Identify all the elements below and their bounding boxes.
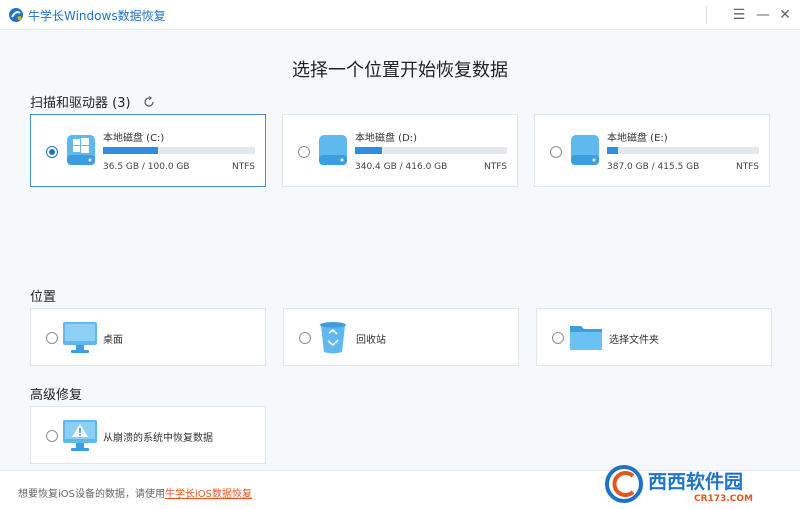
recycle-bin-icon — [320, 322, 346, 354]
close-button[interactable]: ✕ — [774, 4, 796, 26]
drive-usage-bar-c — [103, 147, 255, 154]
drive-size-e: 387.0 GB / 415.5 GB — [607, 162, 700, 172]
drive-usage-fill-d — [355, 147, 383, 154]
drive-fs-d: NTFS — [484, 162, 507, 172]
drive-icon — [571, 135, 599, 165]
location-radio-desktop[interactable] — [46, 332, 58, 344]
title-bar: 牛学长Windows数据恢复 ☰ — ✕ — [0, 0, 800, 30]
drive-fs-c: NTFS — [232, 162, 255, 172]
drive-usage-bar-e — [607, 147, 759, 154]
drive-usage-fill-c — [103, 147, 159, 154]
drive-name-d: 本地磁盘 (D:) — [355, 133, 418, 144]
drive-usage-bar-d — [355, 147, 507, 154]
drive-size-d: 340.4 GB / 416.0 GB — [355, 162, 448, 172]
advanced-section-label: 高级修复 — [30, 388, 83, 403]
folder-icon — [570, 326, 602, 350]
watermark-logo: 西西软件园 CR173.COM — [605, 465, 753, 504]
drive-radio-e[interactable] — [550, 146, 562, 158]
windows-drive-icon — [67, 135, 95, 165]
watermark-sub: CR173.COM — [694, 494, 753, 504]
location-radio-recycle-bin[interactable] — [299, 332, 311, 344]
app-logo-icon — [9, 8, 23, 22]
footer-message: 想要恢复iOS设备的数据，请使用 — [18, 489, 165, 500]
drive-name-e: 本地磁盘 (E:) — [607, 133, 668, 144]
drive-card-e[interactable]: 本地磁盘 (E:) 387.0 GB / 415.5 GB NTFS — [534, 114, 770, 187]
crashed-system-icon — [63, 420, 97, 451]
desktop-icon — [63, 322, 97, 353]
drive-card-d[interactable]: 本地磁盘 (D:) 340.4 GB / 416.0 GB NTFS — [282, 114, 518, 187]
advanced-card-crashed-system[interactable]: 从崩溃的系统中恢复数据 — [30, 406, 266, 464]
location-label-folder: 选择文件夹 — [609, 335, 659, 346]
watermark-text: 西西软件园 — [648, 470, 743, 493]
location-card-recycle-bin[interactable]: 回收站 — [283, 308, 519, 366]
drive-card-c[interactable]: 本地磁盘 (C:) 36.5 GB / 100.0 GB NTFS — [30, 114, 266, 187]
drives-section-label: 扫描和驱动器 (3) — [30, 92, 155, 111]
location-radio-folder[interactable] — [552, 332, 564, 344]
location-section-label: 位置 — [30, 290, 57, 305]
page-title: 选择一个位置开始恢复数据 — [292, 60, 508, 81]
menu-button[interactable]: ☰ — [728, 4, 750, 26]
drive-fs-e: NTFS — [736, 162, 759, 172]
drive-usage-fill-e — [607, 147, 618, 154]
advanced-label-crashed-system: 从崩溃的系统中恢复数据 — [103, 433, 213, 444]
location-card-desktop[interactable]: 桌面 — [30, 308, 266, 366]
location-label-recycle-bin: 回收站 — [356, 335, 386, 346]
drive-radio-d[interactable] — [298, 146, 310, 158]
drive-icon — [319, 135, 347, 165]
advanced-radio-crashed-system[interactable] — [46, 430, 58, 442]
drive-name-c: 本地磁盘 (C:) — [103, 133, 165, 144]
app-title: 牛学长Windows数据恢复 — [28, 9, 166, 23]
minimize-button[interactable]: — — [752, 4, 774, 26]
ios-recovery-link[interactable]: 牛学长iOS数据恢复 — [165, 489, 252, 500]
drive-size-c: 36.5 GB / 100.0 GB — [103, 162, 190, 172]
footer-text: 想要恢复iOS设备的数据，请使用牛学长iOS数据恢复 — [18, 485, 252, 500]
title-divider — [706, 6, 707, 24]
refresh-icon[interactable] — [143, 96, 155, 108]
drive-radio-c[interactable] — [46, 146, 58, 158]
drives-section-title: 扫描和驱动器 (3) — [30, 96, 131, 111]
location-card-folder[interactable]: 选择文件夹 — [536, 308, 772, 366]
location-label-desktop: 桌面 — [103, 335, 123, 346]
